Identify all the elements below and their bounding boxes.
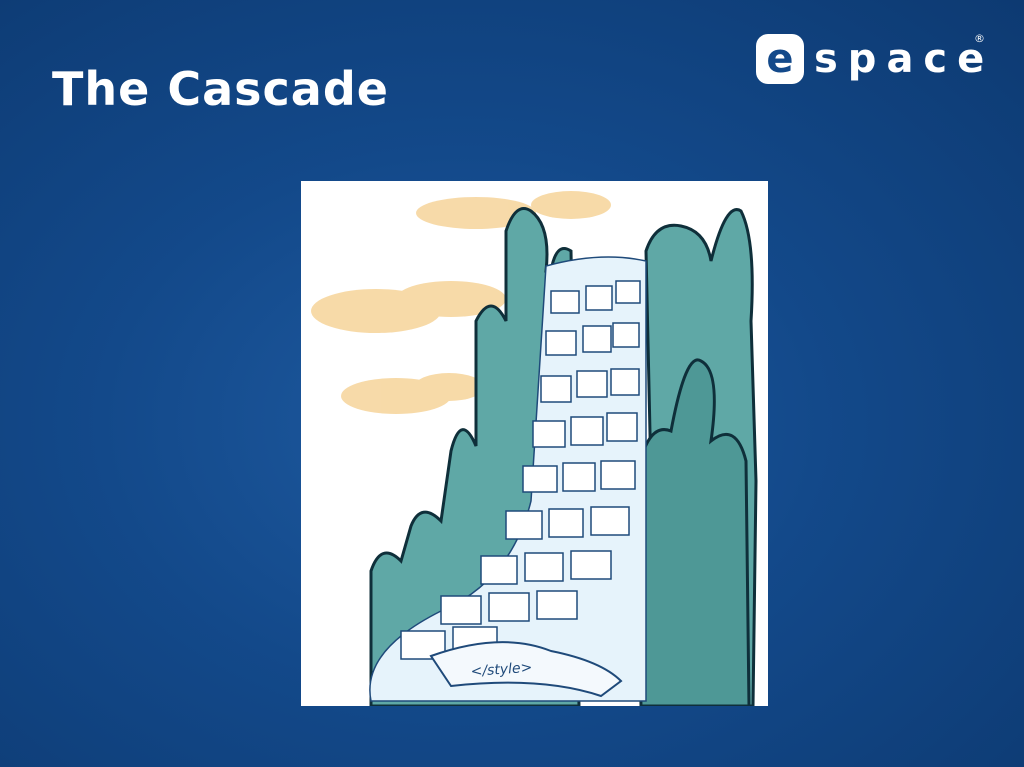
espace-logo: e space ® [756, 32, 995, 84]
cascade-illustration: </style> [301, 181, 768, 706]
logo-wordmark: space [814, 36, 995, 82]
slide-title: The Cascade [52, 62, 389, 116]
logo-mark: e [756, 34, 804, 84]
registered-mark: ® [974, 32, 985, 45]
cascade-drawing: </style> [311, 191, 758, 706]
